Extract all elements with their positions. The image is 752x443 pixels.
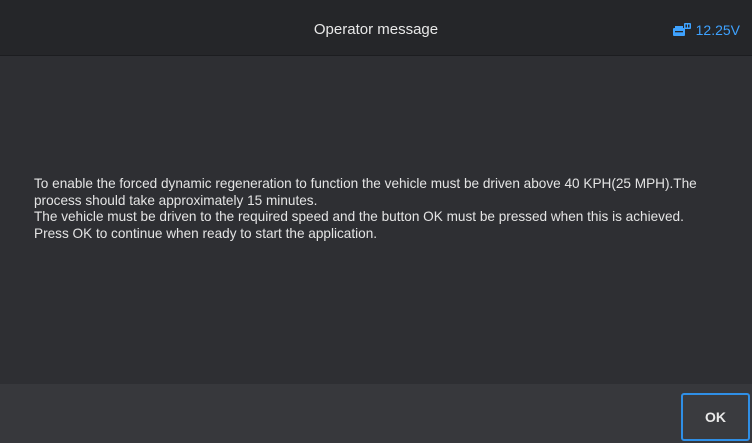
message-area: To enable the forced dynamic regeneratio…	[0, 56, 752, 384]
operator-message-screen: Operator message 12.25V To enable the fo…	[0, 0, 752, 443]
voltage-status: 12.25V	[672, 0, 740, 56]
header-bar: Operator message 12.25V	[0, 0, 752, 56]
voltage-reading: 12.25V	[695, 21, 740, 38]
ok-button[interactable]: OK	[681, 393, 750, 441]
vehicle-battery-icon	[672, 22, 691, 37]
page-title: Operator message	[313, 21, 439, 38]
message-line: Press OK to continue when ready to start…	[34, 225, 378, 241]
operator-message-text: To enable the forced dynamic regeneratio…	[34, 176, 722, 242]
message-line: The vehicle must be driven to the requir…	[34, 209, 684, 225]
message-line: To enable the forced dynamic regeneratio…	[34, 176, 697, 208]
footer-bar	[0, 384, 752, 443]
